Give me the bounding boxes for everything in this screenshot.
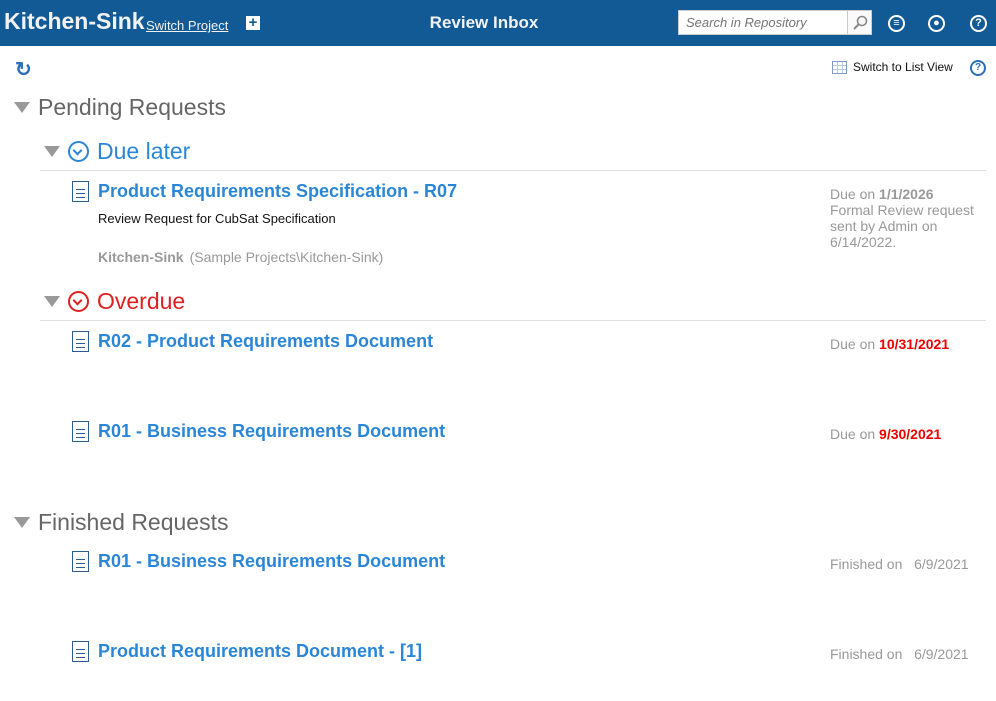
divider	[40, 320, 986, 321]
finished-label: Finished on	[830, 556, 903, 572]
due-date: 9/30/2021	[879, 426, 942, 442]
list-item: Product Requirements Specification - R07…	[72, 181, 986, 271]
finished-label: Finished on	[830, 646, 903, 662]
item-meta: Finished on 6/9/2021	[830, 556, 990, 572]
clock-icon	[68, 291, 89, 312]
item-title-link[interactable]: R01 - Business Requirements Document	[98, 421, 445, 442]
divider	[40, 170, 986, 171]
item-meta: Due on 9/30/2021	[830, 426, 990, 442]
section-title: Pending Requests	[38, 94, 226, 120]
grid-icon	[832, 60, 847, 74]
pending-requests-header[interactable]: Pending Requests	[14, 94, 226, 121]
due-label: Due on	[830, 426, 876, 442]
item-title-link[interactable]: R01 - Business Requirements Document	[98, 551, 445, 572]
finished-date: 6/9/2021	[914, 646, 969, 662]
user-icon[interactable]: ●	[928, 15, 945, 32]
item-title-link[interactable]: Product Requirements Document - [1]	[98, 641, 422, 662]
item-meta: Finished on 6/9/2021	[830, 646, 990, 662]
collapse-triangle-icon[interactable]	[44, 146, 60, 157]
finished-date: 6/9/2021	[914, 556, 969, 572]
collapse-triangle-icon[interactable]	[14, 102, 30, 113]
search-input[interactable]	[679, 11, 847, 34]
due-date: 10/31/2021	[879, 336, 950, 352]
item-project: Kitchen-Sink (Sample Projects\Kitchen-Sin…	[98, 249, 383, 265]
collapse-triangle-icon[interactable]	[44, 296, 60, 307]
list-item: R01 - Business Requirements Document Fin…	[72, 551, 986, 591]
overdue-header[interactable]: Overdue	[44, 288, 185, 315]
search-box	[678, 10, 872, 35]
group-title: Due later	[97, 138, 191, 164]
item-note: Formal Review request sent by Admin on 6…	[830, 202, 974, 250]
search-icon[interactable]	[847, 11, 871, 34]
tree-icon[interactable]: ≡	[888, 15, 905, 32]
list-item: Product Requirements Document - [1] Fini…	[72, 641, 986, 681]
top-bar: Kitchen-Sink Switch Project + Review Inb…	[0, 0, 996, 46]
project-name: Kitchen-Sink	[98, 249, 184, 265]
due-later-header[interactable]: Due later	[44, 138, 190, 165]
list-item: R02 - Product Requirements Document Due …	[72, 331, 986, 371]
item-meta: Due on 10/31/2021	[830, 336, 990, 352]
help-icon[interactable]: ?	[970, 15, 987, 32]
due-label: Due on	[830, 336, 876, 352]
document-icon	[72, 181, 89, 202]
group-title: Overdue	[97, 288, 186, 314]
switch-to-list-view-button[interactable]: Switch to List View	[832, 60, 953, 74]
clock-icon	[68, 141, 89, 162]
document-icon	[72, 331, 89, 352]
list-item: R01 - Business Requirements Document Due…	[72, 421, 986, 461]
document-icon	[72, 551, 89, 572]
due-label: Due on	[830, 186, 876, 202]
section-title: Finished Requests	[38, 509, 229, 535]
document-icon	[72, 641, 89, 662]
help-icon[interactable]: ?	[970, 60, 986, 76]
document-icon	[72, 421, 89, 442]
item-meta: Due on 1/1/2026 Formal Review request sen…	[830, 186, 990, 250]
project-path: (Sample Projects\Kitchen-Sink)	[189, 249, 384, 265]
due-date: 1/1/2026	[879, 186, 934, 202]
refresh-icon[interactable]: ↻	[15, 57, 32, 82]
item-description: Review Request for CubSat Specification	[98, 211, 336, 226]
item-title-link[interactable]: Product Requirements Specification - R07	[98, 181, 457, 202]
collapse-triangle-icon[interactable]	[14, 517, 30, 528]
finished-requests-header[interactable]: Finished Requests	[14, 509, 229, 536]
switch-view-label: Switch to List View	[853, 60, 953, 74]
item-title-link[interactable]: R02 - Product Requirements Document	[98, 331, 433, 352]
